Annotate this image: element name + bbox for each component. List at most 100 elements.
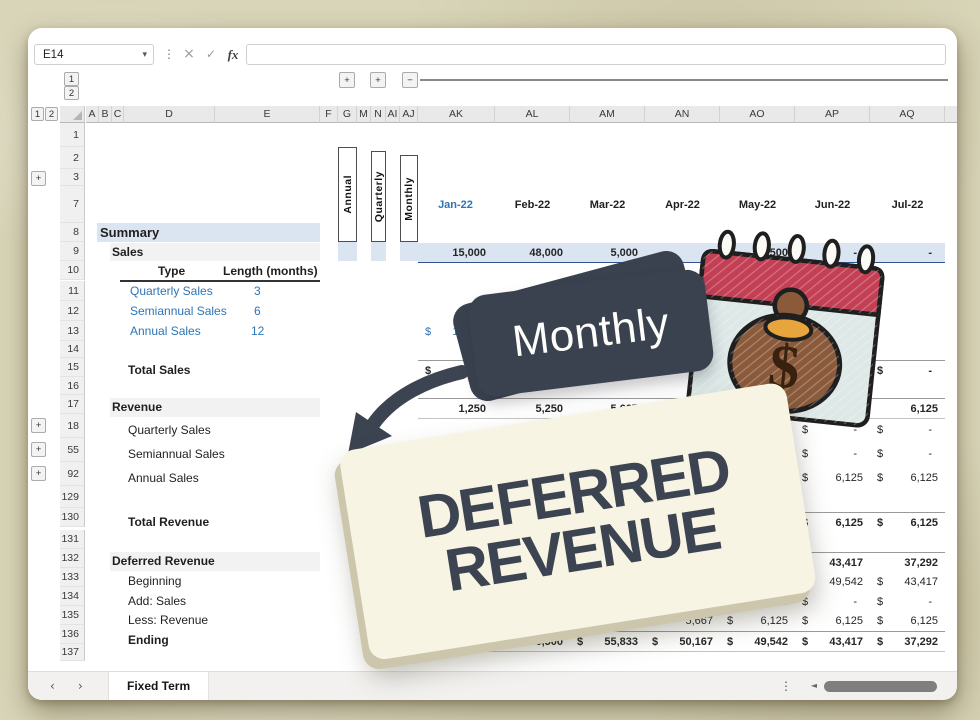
cell-rev_quarterly-Jun-22[interactable]: $- — [795, 418, 870, 441]
row-header-1[interactable]: 1 — [60, 123, 85, 147]
column-header-AQ[interactable]: AQ — [870, 106, 945, 123]
more-options-icon[interactable]: ⋮ — [160, 44, 178, 65]
summary-title[interactable]: Summary — [100, 225, 159, 240]
cell-sales-May-22[interactable]: 5,500 — [720, 243, 795, 262]
cell-revenue-Jan-22[interactable]: 1,250 — [418, 399, 493, 418]
deferred-row-ending[interactable]: Ending — [128, 633, 169, 647]
cell-rev_semiannual-Jul-22[interactable]: $- — [870, 442, 945, 465]
column-header-D[interactable]: D — [124, 106, 215, 123]
cell-annual_sales_jan-Jul-22[interactable] — [870, 322, 945, 341]
cell-ending-Jul-22[interactable]: $37,292 — [870, 632, 945, 651]
row-header-129[interactable]: 129 — [60, 486, 85, 508]
cell-rev_annual-Jun-22[interactable]: $6,125 — [795, 466, 870, 489]
row-header-9[interactable]: 9 — [60, 242, 85, 261]
month-header-Jun-22[interactable]: Jun-22 — [795, 196, 870, 214]
row-header-3[interactable]: 3 — [60, 169, 85, 186]
cell-rev_quarterly-Jul-22[interactable]: $- — [870, 418, 945, 441]
select-all-corner[interactable] — [60, 106, 85, 123]
column-header-AL[interactable]: AL — [495, 106, 570, 123]
column-header-A[interactable]: A — [86, 106, 99, 123]
cell-total_sales-Jul-22[interactable]: $- — [870, 361, 945, 380]
column-header-AI[interactable]: AI — [386, 106, 400, 123]
row-header-2[interactable]: 2 — [60, 147, 85, 169]
column-header-AP[interactable]: AP — [795, 106, 870, 123]
len-quarterly[interactable]: 3 — [254, 284, 261, 298]
column-header-AK[interactable]: AK — [418, 106, 495, 123]
column-header-AN[interactable]: AN — [645, 106, 720, 123]
row-header-12[interactable]: 12 — [60, 301, 85, 321]
month-header-Jan-22[interactable]: Jan-22 — [418, 196, 493, 214]
type-row-semiannual[interactable]: Semiannual Sales — [130, 304, 227, 318]
cell-total_revenue-Jul-22[interactable]: $6,125 — [870, 513, 945, 532]
vertical-label-quarterly[interactable]: Quarterly — [371, 151, 386, 242]
row-header-55[interactable]: 55 — [60, 438, 85, 462]
vertical-label-annual[interactable]: Annual — [338, 147, 357, 242]
cell-beginning-Jul-22[interactable]: $43,417 — [870, 572, 945, 591]
cell-less_revenue-May-22[interactable]: $6,125 — [720, 611, 795, 630]
cell-total_sales-Jun-22[interactable]: $- — [795, 361, 870, 380]
scroll-left-icon[interactable]: ◄ — [811, 672, 817, 700]
len-annual[interactable]: 12 — [251, 324, 264, 338]
cell-rev_annual-Jul-22[interactable]: $6,125 — [870, 466, 945, 489]
month-header-Mar-22[interactable]: Mar-22 — [570, 196, 645, 214]
cell-ending-Jun-22[interactable]: $43,417 — [795, 632, 870, 651]
column-header-AJ[interactable]: AJ — [400, 106, 418, 123]
total-sales-label[interactable]: Total Sales — [128, 363, 190, 377]
column-header-E[interactable]: E — [215, 106, 320, 123]
sales-section-label[interactable]: Sales — [112, 245, 143, 259]
col-group-collapse-button[interactable]: − — [402, 72, 418, 88]
month-header-May-22[interactable]: May-22 — [720, 196, 795, 214]
cell-total_sales-May-22[interactable]: $5,500 — [720, 361, 795, 380]
row-header-132[interactable]: 132 — [60, 549, 85, 568]
horizontal-scrollbar-thumb[interactable] — [824, 681, 937, 692]
row-header-16[interactable]: 16 — [60, 377, 85, 395]
row-header-8[interactable]: 8 — [60, 223, 85, 242]
revenue-row-quarterly[interactable]: Quarterly Sales — [128, 423, 211, 437]
row-outline-level-1-button[interactable]: 1 — [64, 72, 79, 86]
tabbar-dots-icon[interactable]: ⋮ — [780, 672, 792, 700]
cell-less_revenue-Jun-22[interactable]: $6,125 — [795, 611, 870, 630]
row-group-expand-button-4[interactable]: + — [31, 466, 46, 481]
row-outline-level-2-button[interactable]: 2 — [64, 86, 79, 100]
row-header-130[interactable]: 130 — [60, 508, 85, 527]
revenue-row-semiannual[interactable]: Semiannual Sales — [128, 447, 225, 461]
month-header-Jul-22[interactable]: Jul-22 — [870, 196, 945, 214]
month-header-Feb-22[interactable]: Feb-22 — [495, 196, 570, 214]
cell-deferred_hdr_vals-Jul-22[interactable]: 37,292 — [870, 553, 945, 572]
cancel-icon[interactable]: × — [180, 44, 198, 65]
cell-annual_sales_jan-Jun-22[interactable] — [795, 322, 870, 341]
row-group-expand-button-1[interactable]: + — [31, 171, 46, 186]
len-semiannual[interactable]: 6 — [254, 304, 261, 318]
next-sheet-icon[interactable]: › — [78, 672, 83, 700]
cell-ending-May-22[interactable]: $49,542 — [720, 632, 795, 651]
column-header-B[interactable]: B — [99, 106, 112, 123]
cell-sales-Feb-22[interactable]: 48,000 — [495, 243, 570, 262]
row-group-expand-button-3[interactable]: + — [31, 442, 46, 457]
column-header-C[interactable]: C — [112, 106, 124, 123]
cell-revenue-Jun-22[interactable]: 6,125 — [795, 399, 870, 418]
column-header-AO[interactable]: AO — [720, 106, 795, 123]
insert-function-icon[interactable]: fx — [224, 44, 242, 65]
type-column-header[interactable]: Type — [158, 264, 185, 278]
name-box[interactable]: E14 ▾ — [34, 44, 154, 65]
cell-annual_sales_jan-May-22[interactable] — [720, 322, 795, 341]
deferred-section-label[interactable]: Deferred Revenue — [112, 554, 215, 568]
cell-revenue-Feb-22[interactable]: 5,250 — [495, 399, 570, 418]
type-row-quarterly[interactable]: Quarterly Sales — [130, 284, 213, 298]
cell-ending-Apr-22[interactable]: $50,167 — [645, 632, 720, 651]
col-outline-level-2-button[interactable]: 2 — [45, 107, 58, 121]
row-header-18[interactable]: 18 — [60, 414, 85, 438]
revenue-row-annual[interactable]: Annual Sales — [128, 471, 199, 485]
cell-sales-Jul-22[interactable]: - — [870, 243, 945, 262]
column-header-M[interactable]: M — [357, 106, 371, 123]
column-header-N[interactable]: N — [371, 106, 386, 123]
deferred-row-add-sales[interactable]: Add: Sales — [128, 594, 186, 608]
total-revenue-label[interactable]: Total Revenue — [128, 515, 209, 529]
row-header-137[interactable]: 137 — [60, 644, 85, 661]
vertical-label-monthly[interactable]: Monthly — [400, 155, 418, 242]
row-header-11[interactable]: 11 — [60, 281, 85, 301]
row-header-17[interactable]: 17 — [60, 395, 85, 414]
revenue-section-label[interactable]: Revenue — [112, 400, 162, 414]
cell-add_sales-Jul-22[interactable]: $- — [870, 592, 945, 611]
row-header-134[interactable]: 134 — [60, 587, 85, 606]
